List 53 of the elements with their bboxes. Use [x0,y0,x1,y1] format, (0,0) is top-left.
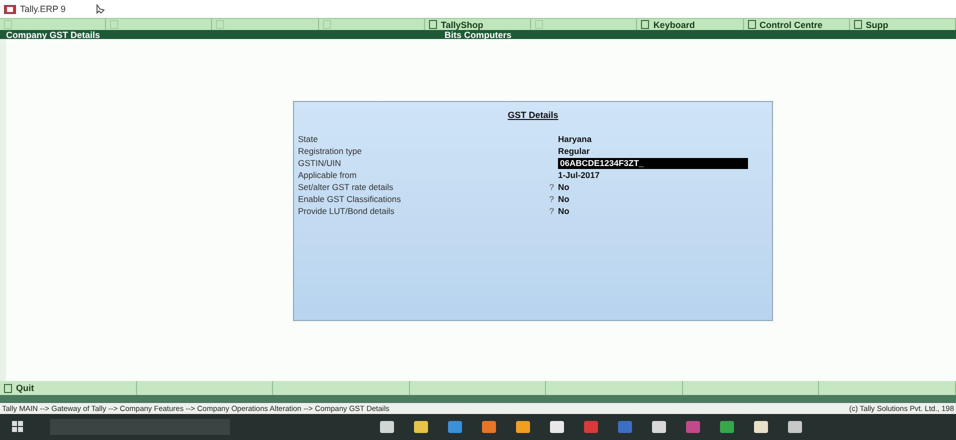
toolbar-button[interactable]: Control Centre [744,19,850,30]
taskbar-app-icon[interactable] [720,421,734,433]
key-icon [748,20,756,29]
prompt-mark: ? [548,206,555,217]
taskbar-app-icon[interactable] [482,421,496,433]
taskbar-app-icon[interactable] [584,421,598,433]
bottom-button[interactable] [682,381,820,395]
taskbar-app-icon[interactable] [516,421,530,433]
company-name: Bits Computers [444,30,512,40]
screen-title: Company GST Details [6,30,102,40]
taskbar-app-icon[interactable] [754,421,768,433]
field-label: State [298,134,319,145]
key-icon [4,384,12,392]
key-icon [641,20,650,29]
key-icon [428,20,437,29]
field-label: Provide LUT/Bond details [298,206,396,217]
field-value: No [558,194,570,205]
taskbar-app-icon[interactable] [618,421,632,433]
taskbar-app-icon[interactable] [788,421,802,433]
field-value: No [558,182,570,193]
start-icon[interactable] [12,421,24,433]
cursor-icon [96,4,105,14]
field-value: Haryana [558,134,593,145]
bottom-button[interactable]: Quit [0,381,137,395]
prompt-mark: ? [548,194,555,205]
taskbar-app-icon[interactable] [448,421,462,433]
field-value: 1-Jul-2017 [558,170,601,181]
taskbar-app-icon[interactable] [686,421,700,433]
bottom-button[interactable] [819,381,956,395]
toolbar-button[interactable]: TallyShop [424,19,532,30]
taskbar-app-icon[interactable] [652,421,666,433]
bottom-button[interactable] [273,381,410,395]
gstin-field[interactable]: 06ABCDE1234F3ZT_ [558,158,748,169]
taskbar-app-icon[interactable] [380,421,394,433]
bottom-button[interactable] [136,381,274,395]
field-value: Regular [558,146,591,157]
window-title: Tally.ERP 9 [20,4,66,14]
field-label: Enable GST Classifications [298,194,402,205]
app-logo-icon [4,4,16,14]
taskbar-app-icon[interactable] [550,421,564,433]
field-value: No [558,206,570,217]
toolbar-button[interactable]: Keyboard [637,19,744,30]
bottom-button[interactable] [546,381,683,395]
field-label: Registration type [298,146,363,157]
prompt-mark: ? [548,182,555,193]
dialog-title: GST Details [508,110,558,120]
field-label: GSTIN/UIN [298,158,342,169]
field-label: Set/alter GST rate details [298,182,394,193]
taskbar-app-icon[interactable] [414,421,428,433]
key-icon [854,20,862,29]
field-label: Applicable from [298,170,358,181]
toolbar-button[interactable]: Supp [850,19,956,30]
bottom-button[interactable] [410,381,546,395]
